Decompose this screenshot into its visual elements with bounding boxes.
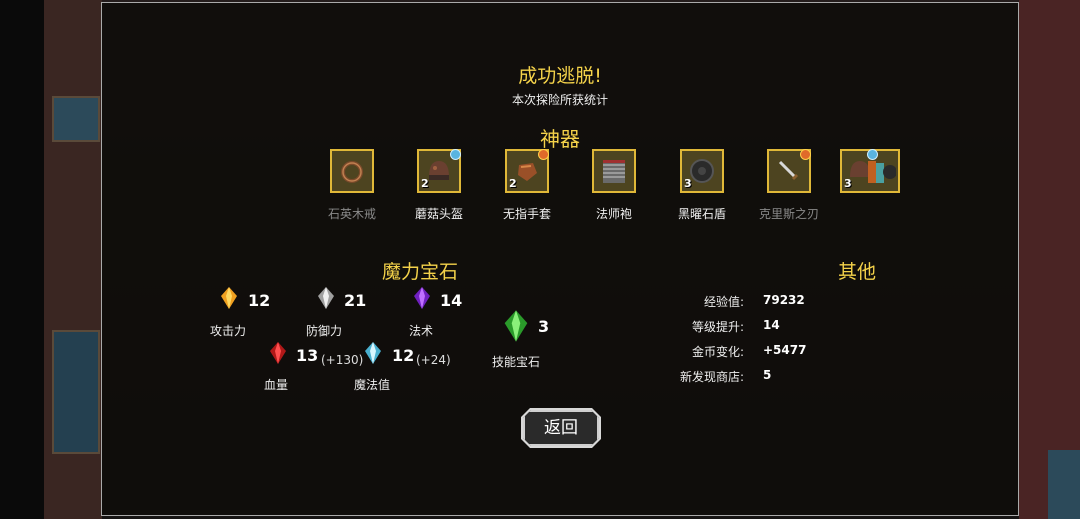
artifact-count: 2: [421, 177, 429, 190]
level-up-label: 等级提升:: [691, 320, 744, 334]
attack-gem-label: 攻击力: [210, 324, 247, 338]
artifact-name: 石英木戒: [327, 207, 376, 221]
level-up-value: 14: [763, 318, 780, 332]
artifact-count: 3: [844, 177, 852, 190]
hp-gem-label: 血量: [264, 378, 289, 392]
artifact-name: 无指手套: [502, 207, 551, 221]
red-gem-icon: [270, 342, 286, 364]
artifact-slot-ring[interactable]: [330, 149, 374, 193]
artifacts-heading: 神器: [540, 127, 580, 151]
glove-icon: [518, 163, 537, 181]
new-shops-label: 新发现商店:: [679, 370, 744, 384]
green-gem-icon: [504, 310, 528, 342]
dialog-title: 成功逃脱!: [518, 65, 602, 87]
exp-label: 经验值:: [703, 295, 744, 309]
shield-icon: [690, 159, 714, 183]
ring-icon: [341, 161, 363, 183]
upgrade-badge-icon: [867, 149, 878, 160]
other-heading: 其他: [838, 261, 877, 283]
purple-gem-icon: [414, 287, 430, 309]
white-gem-icon: [318, 287, 334, 309]
artifact-name: 黑曜石盾: [677, 207, 726, 221]
mana-gem-bonus: (+24): [416, 353, 451, 367]
hp-gem-value: 13: [296, 346, 319, 365]
defense-gem-value: 21: [344, 291, 367, 310]
escape-summary-dialog: 成功逃脱! 本次探险所获统计 神器 2 2 3 3 石英木戒 蘑菇头盔 无指手套…: [101, 2, 1019, 516]
stacked-items-icon: [850, 161, 896, 183]
hp-gem-bonus: (+130): [321, 353, 364, 367]
magic-gem-value: 14: [440, 291, 463, 310]
artifact-name: 克里斯之刃: [758, 207, 819, 221]
artifact-name: 法师袍: [595, 207, 632, 221]
artifact-slot-robe[interactable]: [592, 149, 636, 193]
artifact-count: 3: [684, 177, 692, 190]
upgrade-badge-icon: [450, 149, 461, 160]
gold-change-value: +5477: [763, 343, 807, 357]
cyan-gem-icon: [365, 342, 381, 364]
dialog-subtitle: 本次探险所获统计: [511, 93, 608, 107]
upgrade-badge-icon: [800, 149, 811, 160]
defense-gem-label: 防御力: [306, 324, 343, 338]
back-button[interactable]: 返回: [523, 410, 599, 446]
artifact-slot-dagger[interactable]: [767, 149, 811, 193]
magic-gem-label: 法术: [409, 324, 434, 338]
helmet-icon: [429, 161, 449, 180]
artifact-slot-helmet[interactable]: 2: [417, 149, 461, 193]
robe-icon: [603, 160, 625, 183]
yellow-gem-icon: [221, 287, 237, 309]
new-shops-value: 5: [763, 368, 772, 382]
artifact-name: 蘑菇头盔: [414, 207, 463, 221]
artifact-slot-glove[interactable]: 2: [505, 149, 549, 193]
artifact-slot-stacked[interactable]: 3: [840, 149, 900, 193]
artifact-slot-shield[interactable]: 3: [680, 149, 724, 193]
skill-gem-value: 3: [538, 317, 550, 336]
artifact-count: 2: [509, 177, 517, 190]
exp-value: 79232: [763, 293, 805, 307]
dagger-icon: [778, 160, 799, 181]
gold-change-label: 金币变化:: [691, 345, 744, 359]
attack-gem-value: 12: [248, 291, 271, 310]
mana-gem-value: 12: [392, 346, 415, 365]
skill-gem-label: 技能宝石: [492, 355, 541, 369]
gems-heading: 魔力宝石: [382, 261, 459, 283]
upgrade-badge-icon: [538, 149, 549, 160]
mana-gem-label: 魔法值: [354, 378, 391, 392]
